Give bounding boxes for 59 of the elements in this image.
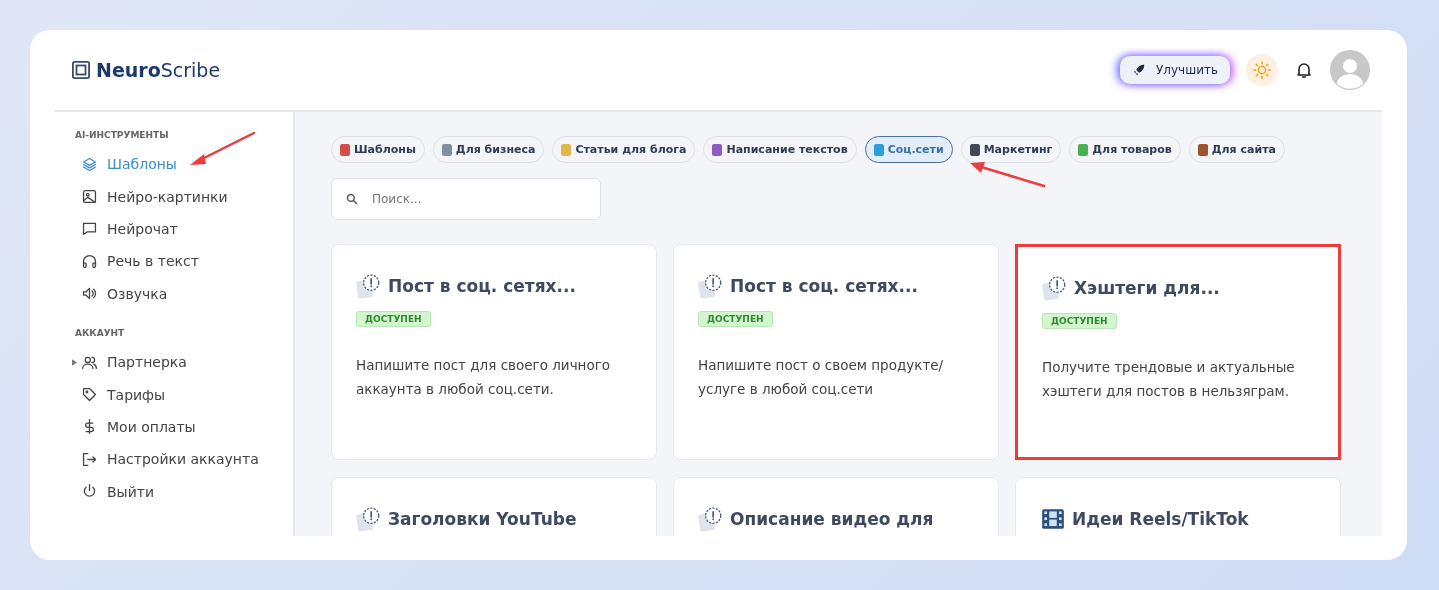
layers-icon — [81, 155, 98, 173]
template-card[interactable]: Пост в соц. сетях... ДОСТУПЕН Напишите пост о своем продукте/ услуге в любой соц.сети — [673, 244, 999, 460]
search-field[interactable]: Поиск... — [331, 178, 601, 220]
sun-icon — [1253, 61, 1271, 79]
card-title: Хэштеги для... — [1074, 278, 1220, 298]
chat-icon — [81, 220, 98, 238]
card-title: Идеи Reels/TikTok — [1072, 509, 1249, 529]
card-description: Напишите пост о своем продукте/ услуге в любой соц.сети — [698, 356, 945, 399]
card-title: Описание видео для — [730, 509, 934, 529]
bell-icon[interactable] — [1294, 60, 1314, 80]
alert-note-icon — [1042, 275, 1068, 301]
sidebar-item[interactable]: Речь в текст — [75, 245, 293, 278]
theme-toggle-button[interactable] — [1246, 54, 1278, 86]
upgrade-button[interactable]: Улучшить — [1120, 56, 1230, 84]
section-heading: AI-ИНСТРУМЕНТЫ — [75, 130, 170, 140]
card-title: Пост в соц. сетях... — [730, 276, 918, 296]
card-description: Напишите пост для своего личного аккаунта в любой соц.сети. — [356, 356, 612, 399]
category-chip[interactable]: Шаблоны — [331, 136, 425, 163]
sidebar-item[interactable]: Озвучка — [75, 277, 293, 310]
film-icon — [1040, 506, 1066, 532]
status-badge: ДОСТУПЕН — [356, 311, 431, 327]
sidebar-item[interactable]: Нейрочат — [75, 212, 293, 246]
sidebar-item[interactable]: Нейро-картинки — [75, 180, 293, 213]
status-badge: ДОСТУПЕН — [1042, 313, 1117, 329]
category-chip[interactable]: Статьи для блога — [552, 136, 696, 163]
expand-caret-icon[interactable] — [72, 358, 77, 366]
template-card[interactable]: Пост в соц. сетях... ДОСТУПЕН Напишите пост для своего личного аккаунта в любой соц.сети. — [331, 244, 657, 460]
sidebar-item[interactable]: Настройки аккаунта — [75, 443, 293, 476]
alert-note-icon — [698, 273, 724, 299]
category-chip[interactable]: Для товаров — [1069, 136, 1181, 163]
logo-icon — [72, 61, 90, 79]
category-chip[interactable]: Для бизнеса — [432, 136, 545, 163]
alert-note-icon — [356, 506, 382, 532]
section-heading: АККАУНТ — [75, 327, 126, 338]
card-title: Пост в соц. сетях... — [388, 276, 576, 296]
alert-note-icon — [698, 506, 724, 532]
logout-icon — [81, 450, 98, 468]
sidebar-item[interactable]: Шаблоны — [75, 148, 293, 181]
sidebar-item[interactable]: Тарифы — [75, 378, 293, 411]
sidebar-item[interactable]: Выйти — [75, 475, 293, 508]
alert-note-icon — [356, 273, 382, 299]
card-description: Получите трендовые и актуальные хэштеги для постов в нельзяграм. — [1042, 358, 1296, 401]
category-chip[interactable]: Написание текстов — [703, 136, 857, 163]
headphones-icon — [81, 252, 98, 270]
status-badge: ДОСТУПЕН — [698, 311, 773, 327]
sidebar-item[interactable]: Мои оплаты — [75, 410, 293, 444]
category-chip[interactable]: Маркетинг — [960, 136, 1062, 163]
category-chip[interactable]: Для сайта — [1188, 136, 1285, 163]
sidebar-item[interactable]: Партнерка — [75, 345, 293, 379]
card-title: Заголовки YouTube — [388, 509, 577, 529]
tag-icon — [81, 386, 98, 404]
template-card[interactable]: Идеи Reels/TikTok — [1015, 477, 1341, 536]
template-card[interactable]: Заголовки YouTube — [331, 477, 657, 536]
category-chip[interactable]: Соц.сети — [864, 136, 953, 163]
template-card[interactable]: Описание видео для — [673, 477, 999, 536]
rocket-icon — [1132, 63, 1146, 77]
logo-text: NeuroScribe — [96, 59, 221, 81]
template-card[interactable]: Хэштеги для... ДОСТУПЕН Получите трендовые и актуальные хэштеги для постов в нельзяграм. — [1015, 244, 1341, 460]
image-icon — [81, 188, 98, 206]
